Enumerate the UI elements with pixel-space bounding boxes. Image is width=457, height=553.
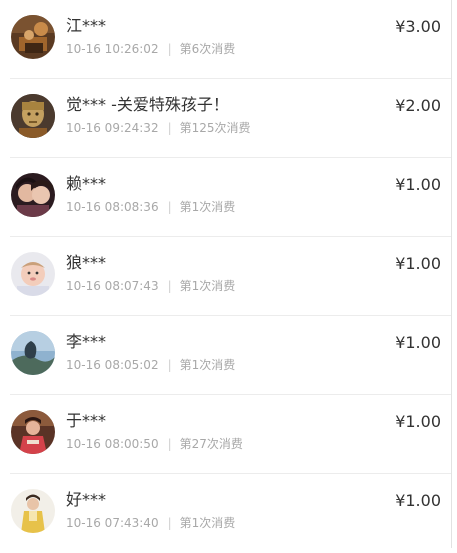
donation-count: 第1次消费 bbox=[179, 200, 236, 214]
donation-amount: ¥1.00 bbox=[395, 491, 441, 510]
donation-meta: 10-16 08:08:36 | 第1次消费 bbox=[66, 199, 235, 215]
avatar[interactable] bbox=[11, 15, 55, 59]
donation-amount: ¥1.00 bbox=[395, 175, 441, 194]
meta-separator: | bbox=[167, 516, 172, 530]
donor-name: 好*** bbox=[66, 490, 107, 509]
donation-meta: 10-16 07:43:40 | 第1次消费 bbox=[66, 515, 235, 531]
avatar[interactable] bbox=[11, 173, 55, 217]
donation-count: 第1次消费 bbox=[179, 279, 236, 293]
meta-separator: | bbox=[167, 121, 172, 135]
donation-count: 第6次消费 bbox=[179, 42, 236, 56]
donation-meta: 10-16 10:26:02 | 第6次消费 bbox=[66, 41, 235, 57]
meta-separator: | bbox=[167, 279, 172, 293]
donation-meta: 10-16 08:07:43 | 第1次消费 bbox=[66, 278, 235, 294]
donation-time: 10-16 08:07:43 bbox=[66, 279, 159, 293]
donation-list: 江*** 10-16 10:26:02 | 第6次消费 ¥3.00 觉*** -关爱… bbox=[0, 0, 457, 553]
donation-count: 第27次消费 bbox=[179, 437, 243, 451]
donation-time: 10-16 09:24:32 bbox=[66, 121, 159, 135]
list-item[interactable]: 李*** 10-16 08:05:02 | 第1次消费 ¥1.00 bbox=[0, 316, 457, 395]
donation-amount: ¥3.00 bbox=[395, 17, 441, 36]
donation-time: 10-16 08:00:50 bbox=[66, 437, 159, 451]
donor-name: 赖*** bbox=[66, 174, 107, 193]
donation-amount: ¥1.00 bbox=[395, 333, 441, 352]
donation-meta: 10-16 08:05:02 | 第1次消费 bbox=[66, 357, 235, 373]
donor-name: 李*** bbox=[66, 332, 107, 351]
donation-count: 第1次消费 bbox=[179, 358, 236, 372]
donor-name: 江*** bbox=[66, 16, 107, 35]
meta-separator: | bbox=[167, 437, 172, 451]
donation-count: 第1次消费 bbox=[179, 516, 236, 530]
list-item[interactable]: 狼*** 10-16 08:07:43 | 第1次消费 ¥1.00 bbox=[0, 237, 457, 316]
donation-time: 10-16 08:05:02 bbox=[66, 358, 159, 372]
donor-name: 于*** bbox=[66, 411, 107, 430]
list-item[interactable]: 好*** 10-16 07:43:40 | 第1次消费 ¥1.00 bbox=[0, 474, 457, 553]
avatar[interactable] bbox=[11, 489, 55, 533]
avatar[interactable] bbox=[11, 331, 55, 375]
list-item[interactable]: 觉*** -关爱特殊孩子！ 10-16 09:24:32 | 第125次消费 ¥2.… bbox=[0, 79, 457, 158]
list-item[interactable]: 赖*** 10-16 08:08:36 | 第1次消费 ¥1.00 bbox=[0, 158, 457, 237]
avatar[interactable] bbox=[11, 410, 55, 454]
donation-time: 10-16 10:26:02 bbox=[66, 42, 159, 56]
donation-amount: ¥2.00 bbox=[395, 96, 441, 115]
list-item[interactable]: 江*** 10-16 10:26:02 | 第6次消费 ¥3.00 bbox=[0, 0, 457, 79]
panel-edge bbox=[451, 0, 452, 548]
donation-meta: 10-16 09:24:32 | 第125次消费 bbox=[66, 120, 251, 136]
avatar[interactable] bbox=[11, 252, 55, 296]
donation-count: 第125次消费 bbox=[179, 121, 251, 135]
donation-amount: ¥1.00 bbox=[395, 254, 441, 273]
meta-separator: | bbox=[167, 358, 172, 372]
meta-separator: | bbox=[167, 200, 172, 214]
donation-time: 10-16 07:43:40 bbox=[66, 516, 159, 530]
donation-time: 10-16 08:08:36 bbox=[66, 200, 159, 214]
avatar[interactable] bbox=[11, 94, 55, 138]
donation-meta: 10-16 08:00:50 | 第27次消费 bbox=[66, 436, 243, 452]
list-item[interactable]: 于*** 10-16 08:00:50 | 第27次消费 ¥1.00 bbox=[0, 395, 457, 474]
donor-name: 狼*** bbox=[66, 253, 107, 272]
donor-name: 觉*** -关爱特殊孩子！ bbox=[66, 95, 229, 114]
meta-separator: | bbox=[167, 42, 172, 56]
donation-amount: ¥1.00 bbox=[395, 412, 441, 431]
